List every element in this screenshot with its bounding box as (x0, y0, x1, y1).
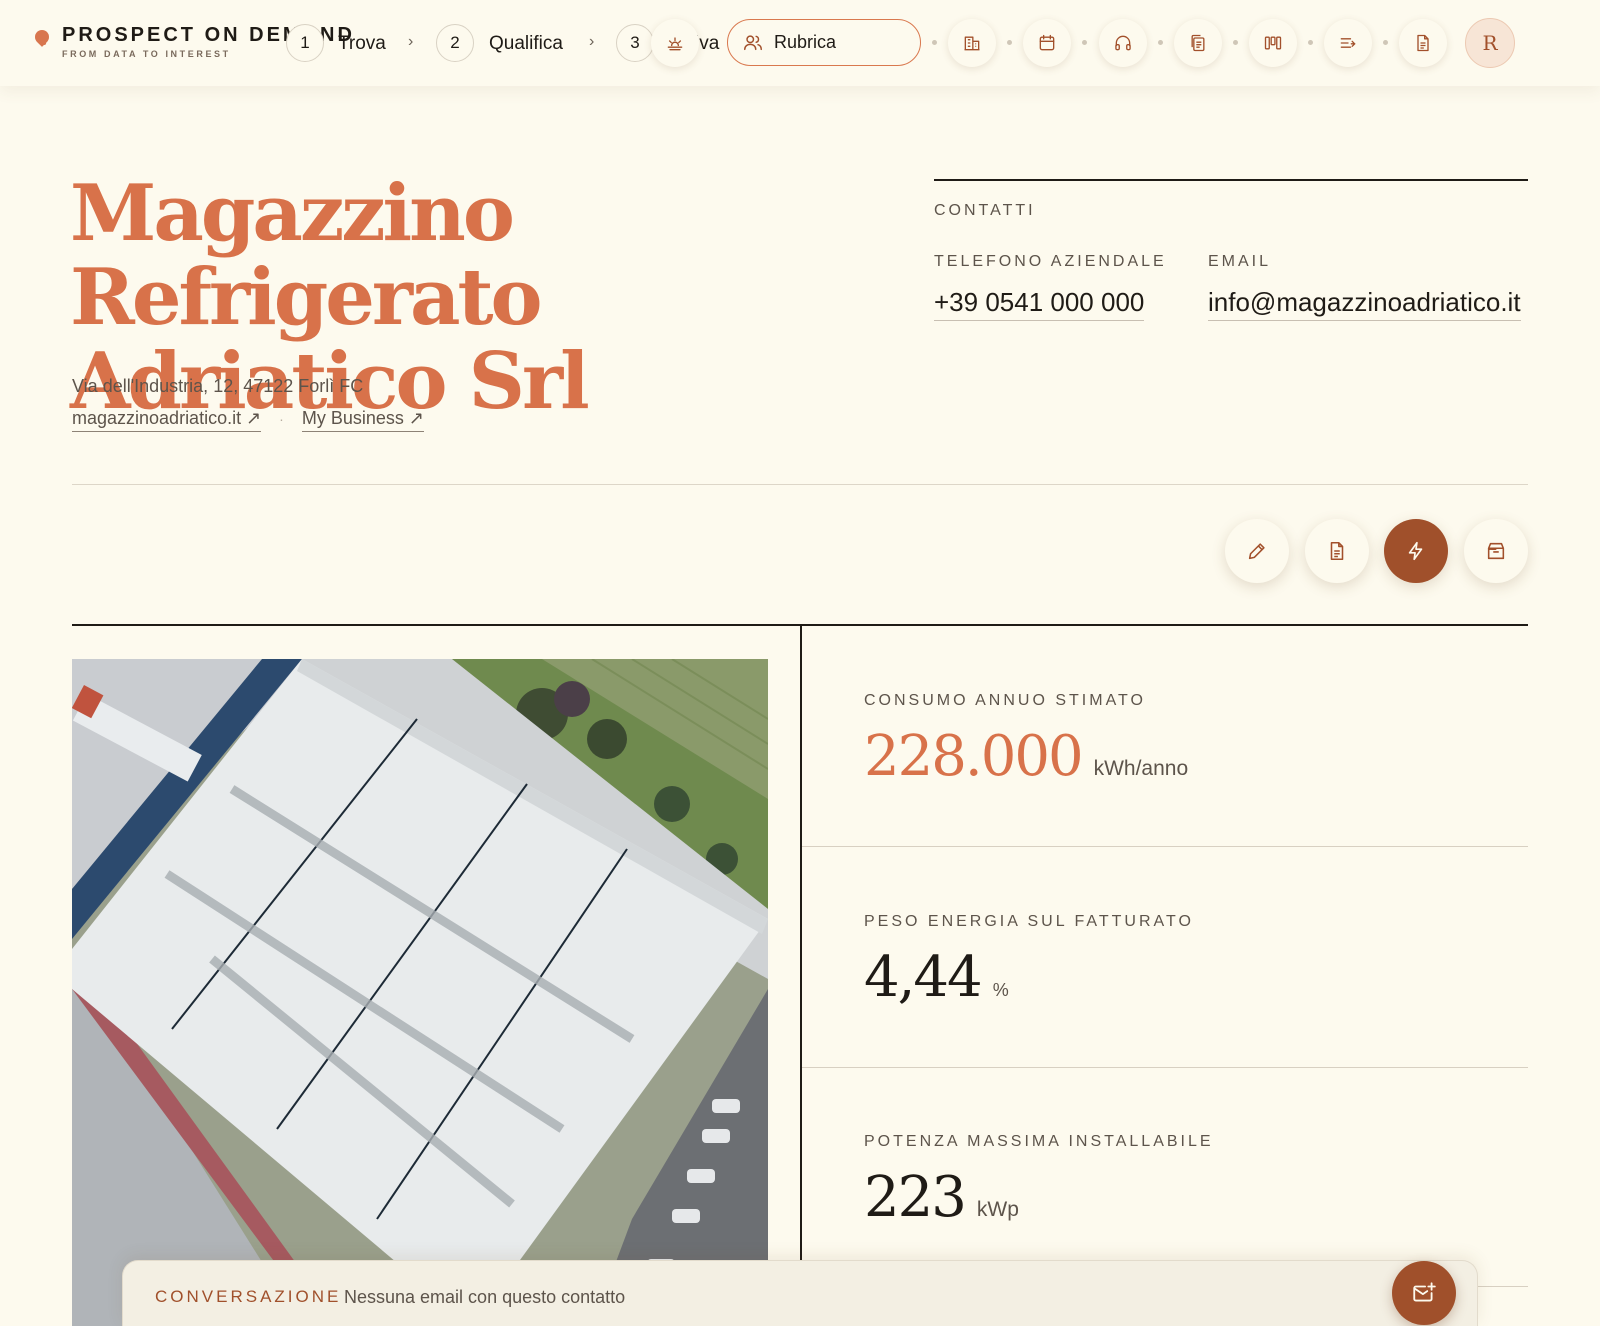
metric-divider (802, 846, 1528, 847)
document-button[interactable] (1305, 519, 1369, 583)
archive-button[interactable] (1464, 519, 1528, 583)
conversation-label: CONVERSAZIONE (155, 1287, 342, 1306)
metric-unit: % (992, 980, 1009, 1000)
brand-tagline: FROM DATA TO INTEREST (62, 49, 231, 59)
headset-icon[interactable] (1099, 19, 1147, 67)
phone-label: TELEFONO AZIENDALE (934, 253, 1167, 270)
columns-icon[interactable] (1249, 19, 1297, 67)
sort-list-icon[interactable] (1324, 19, 1372, 67)
metric-value: 223 (864, 1165, 967, 1230)
metric-energy-weight: PESO ENERGIA SUL FATTURATO 4,44 % (864, 913, 1194, 1010)
my-business-link[interactable]: My Business ↗ (301, 408, 424, 432)
nav-separator-dot (1233, 40, 1238, 45)
metric-divider (802, 1067, 1528, 1068)
chevron-right-icon: › (408, 33, 414, 50)
website-link[interactable]: magazzinoadriatico.it ↗ (72, 408, 262, 432)
sunrise-icon[interactable] (651, 19, 699, 67)
step-1-number[interactable]: 1 (286, 24, 324, 62)
documents-icon[interactable] (1174, 19, 1222, 67)
metric-label: CONSUMO ANNUO STIMATO (864, 692, 1146, 709)
aerial-satellite-image (72, 659, 768, 1326)
nav-separator-dot (1007, 40, 1012, 45)
grid-vertical-divider (800, 625, 802, 1260)
metric-label: PESO ENERGIA SUL FATTURATO (864, 913, 1194, 930)
email-value[interactable]: info@magazzinoadriatico.it (1208, 287, 1521, 321)
users-icon (744, 34, 762, 50)
conversation-bar[interactable]: CONVERSAZIONE Nessuna email con questo c… (122, 1260, 1478, 1326)
rubrica-search-button[interactable]: Rubrica (727, 19, 921, 66)
metric-label: POTENZA MASSIMA INSTALLABILE (864, 1133, 1214, 1150)
company-address: Via dell'Industria, 12, 47122 Forlì FC (72, 376, 364, 396)
section-divider (72, 484, 1528, 485)
link-separator: · (279, 411, 284, 427)
metric-value: 4,44 (864, 945, 983, 1010)
nav-separator-dot (1082, 40, 1087, 45)
archive-icon (1487, 542, 1505, 560)
brand-pin-icon (32, 27, 52, 47)
nav-separator-dot (1158, 40, 1163, 45)
user-avatar[interactable]: R (1465, 18, 1515, 68)
conversation-status: Nessuna email con questo contatto (344, 1287, 626, 1307)
rubrica-label: Rubrica (774, 32, 837, 52)
metric-annual-consumption: CONSUMO ANNUO STIMATO 228.000 kWh/anno (864, 692, 1188, 789)
metric-unit: kWh/anno (1093, 757, 1189, 780)
file-icon[interactable] (1399, 19, 1447, 67)
step-1-label[interactable]: Trova (338, 33, 386, 55)
metric-unit: kWp (976, 1198, 1019, 1221)
company-links: magazzinoadriatico.it ↗ · My Business ↗ (72, 408, 424, 432)
compose-email-button[interactable] (1392, 1261, 1456, 1325)
mail-plus-icon (1413, 1282, 1436, 1302)
top-navigation-bar: PROSPECT ON DEMAND FROM DATA TO INTEREST… (0, 0, 1600, 86)
document-icon (1330, 541, 1344, 561)
energy-button[interactable] (1384, 519, 1448, 583)
metric-max-power: POTENZA MASSIMA INSTALLABILE 223 kWp (864, 1133, 1214, 1230)
step-2-number[interactable]: 2 (436, 24, 474, 62)
edit-icon (1248, 543, 1265, 560)
metric-value: 228.000 (864, 724, 1084, 789)
building-icon[interactable] (948, 19, 996, 67)
contacts-panel: CONTATTI TELEFONO AZIENDALE EMAIL +39 05… (934, 179, 1528, 321)
nav-separator-dot (1383, 40, 1388, 45)
lightning-icon (1408, 541, 1423, 561)
step-3-number[interactable]: 3 (616, 24, 654, 62)
email-label: EMAIL (1208, 253, 1272, 270)
nav-separator-dot (932, 40, 937, 45)
phone-value[interactable]: +39 0541 000 000 (934, 287, 1145, 321)
nav-separator-dot (1308, 40, 1313, 45)
calendar-icon[interactable] (1023, 19, 1071, 67)
step-2-label[interactable]: Qualifica (489, 33, 563, 55)
contacts-section-title: CONTATTI (934, 202, 1036, 219)
chevron-right-icon: › (589, 33, 595, 50)
edit-button[interactable] (1225, 519, 1289, 583)
